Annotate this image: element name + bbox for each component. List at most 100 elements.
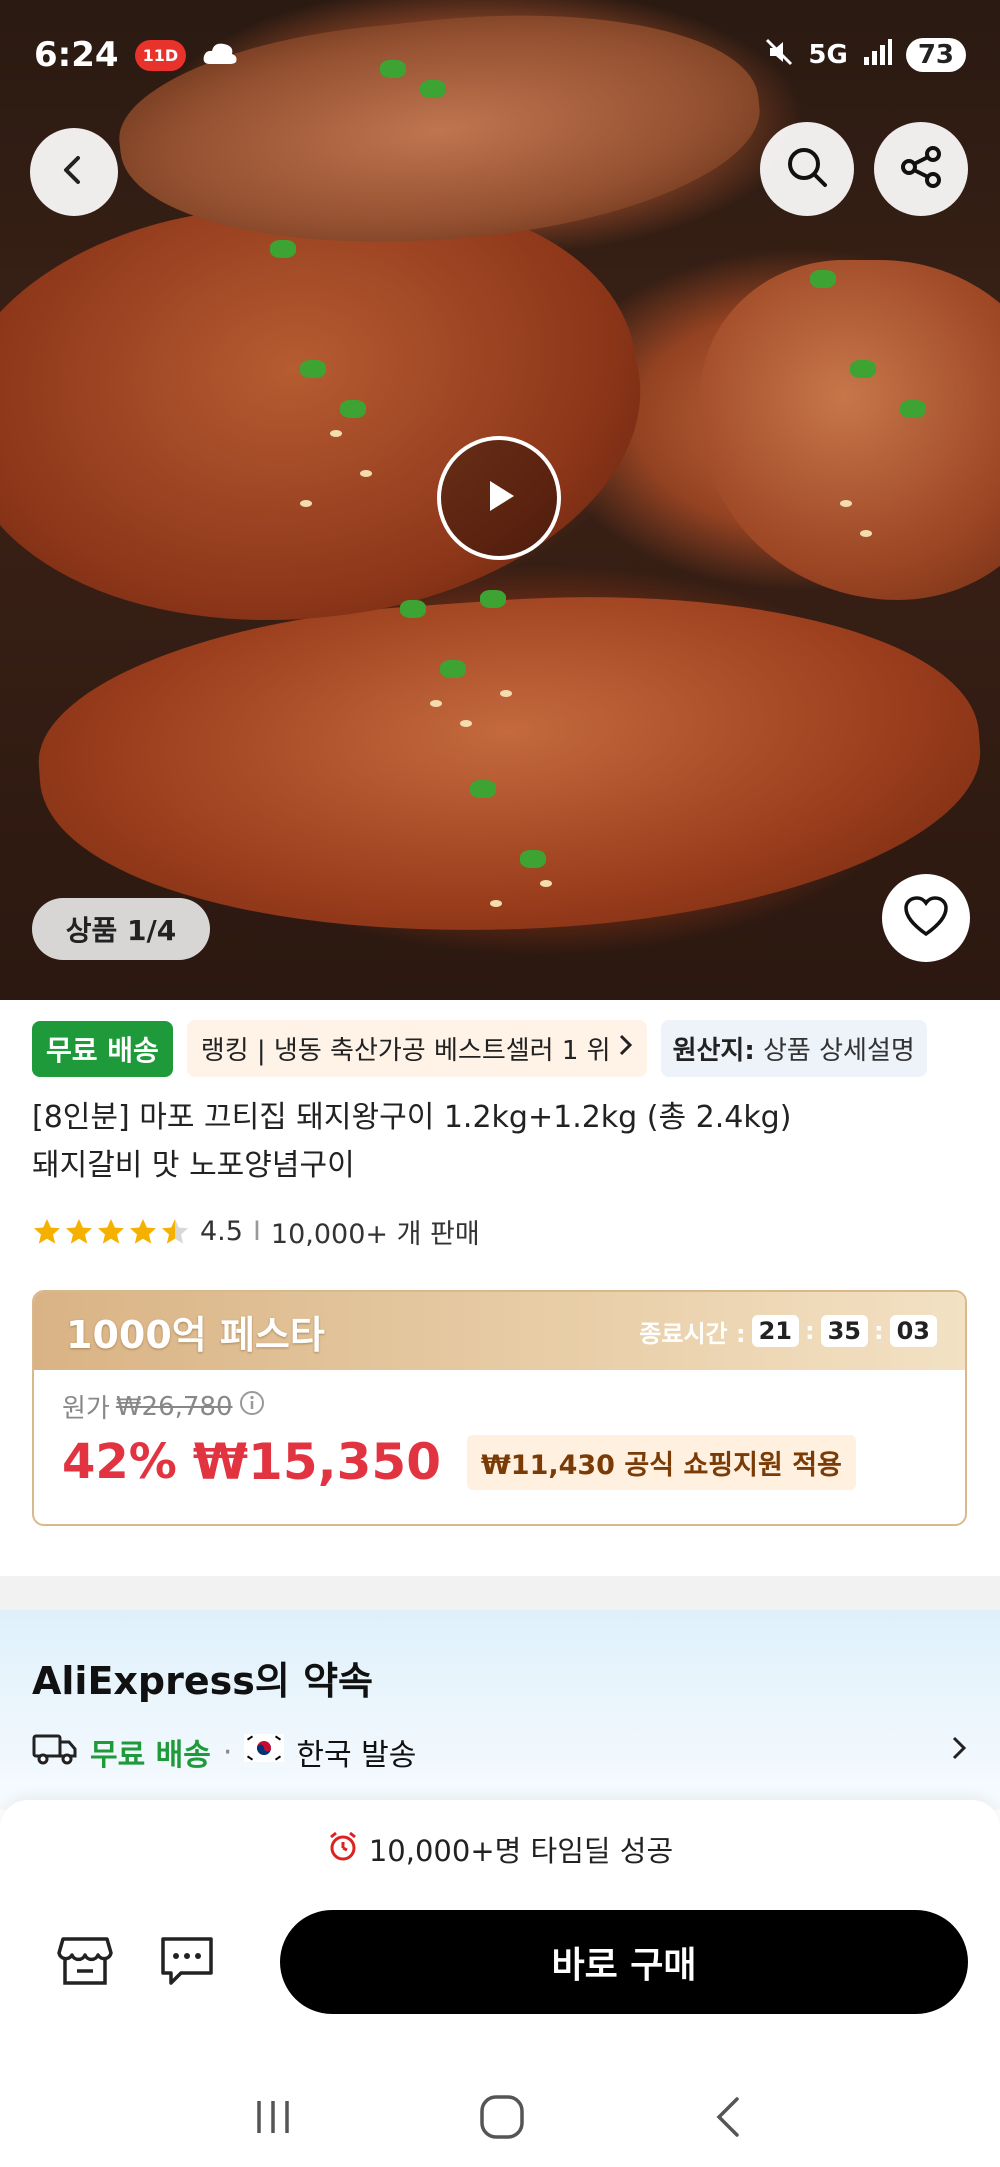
recent-apps-icon[interactable] — [251, 2097, 295, 2141]
truck-icon — [32, 1730, 78, 1774]
info-icon[interactable] — [239, 1390, 265, 1423]
product-image[interactable]: 6:24 11D 5G 73 상품 1/4 — [0, 0, 1000, 1000]
signal-icon — [862, 37, 892, 74]
timedeal-banner: 10,000+명 타임딜 성공 — [0, 1828, 1000, 1870]
star-icon — [66, 1218, 92, 1244]
scallion — [810, 270, 836, 288]
scallion — [900, 400, 926, 418]
scallion — [400, 600, 426, 618]
sesame — [300, 500, 312, 507]
search-button[interactable] — [760, 122, 854, 216]
product-title: [8인분] 마포 끄티집 돼지왕구이 1.2kg+1.2kg (총 2.4kg)… — [32, 1094, 972, 1190]
origin-label: 원산지: — [672, 1036, 755, 1066]
store-icon — [57, 1935, 113, 1991]
share-icon — [897, 143, 945, 195]
countdown-timer: 종료시간 : 21 : 35 : 03 — [639, 1314, 937, 1349]
sesame — [540, 880, 552, 887]
scallion — [520, 850, 546, 868]
chevron-left-icon — [56, 152, 92, 192]
discount-percent: 42% — [62, 1434, 177, 1490]
wishlist-button[interactable] — [882, 874, 970, 962]
promise-title: AliExpress의 약속 — [32, 1659, 373, 1703]
chevron-right-icon — [950, 1734, 968, 1770]
status-time: 6:24 — [34, 35, 119, 75]
rating-value: 4.5 — [200, 1216, 243, 1247]
coupon-badge: ₩11,430 공식 쇼핑지원 적용 — [467, 1434, 856, 1490]
promise-section: AliExpress의 약속 무료 배송 · 한국 발송 — [0, 1610, 1000, 1810]
play-video-button[interactable] — [437, 436, 561, 560]
sesame — [500, 690, 512, 697]
deal-header: 1000억 페스타 종료시간 : 21 : 35 : 03 — [34, 1292, 965, 1370]
original-price-label: 원가 — [62, 1394, 110, 1424]
sesame — [460, 720, 472, 727]
price-row: 42% ₩15,350 ₩11,430 공식 쇼핑지원 적용 — [62, 1433, 937, 1491]
scallion — [850, 360, 876, 378]
section-divider — [0, 1576, 1000, 1610]
product-title-line: 돼지갈비 맛 노포양념구이 — [32, 1148, 355, 1183]
origin-value: 상품 상세설명 — [763, 1036, 915, 1066]
star-icon — [98, 1218, 124, 1244]
deal-body: 원가 ₩26,780 42% ₩15,350 ₩11,430 공식 쇼핑지원 적… — [34, 1370, 965, 1509]
original-price: ₩26,780 — [115, 1391, 233, 1422]
tag-row: 무료 배송 랭킹 | 냉동 축산가공 베스트셀러 1 위 원산지: 상품 상세설… — [32, 1020, 972, 1077]
scallion — [340, 400, 366, 418]
alarm-clock-icon — [327, 1830, 359, 1869]
star-rating — [32, 1217, 190, 1247]
scallion — [480, 590, 506, 608]
chat-button[interactable] — [152, 1928, 222, 1998]
dot-separator: · — [222, 1734, 233, 1770]
mute-icon — [764, 37, 794, 74]
star-icon — [162, 1218, 188, 1244]
timer-label: 종료시간 : — [639, 1319, 746, 1348]
shipping-row[interactable]: 무료 배송 · 한국 발송 — [32, 1730, 968, 1774]
home-icon[interactable] — [478, 2093, 526, 2145]
rating-row[interactable]: 4.5 I 10,000+ 개 판매 — [32, 1212, 480, 1251]
timer-hours: 21 — [751, 1315, 799, 1347]
play-icon — [474, 471, 524, 525]
share-button[interactable] — [874, 122, 968, 216]
battery-indicator: 73 — [905, 38, 966, 72]
divider: I — [252, 1216, 261, 1247]
original-price-row: 원가 ₩26,780 — [62, 1388, 937, 1425]
timer-seconds: 03 — [889, 1315, 937, 1347]
scallion — [270, 240, 296, 258]
deal-box: 1000억 페스타 종료시간 : 21 : 35 : 03 원가 ₩26,780… — [32, 1290, 967, 1526]
chat-icon — [159, 1935, 215, 1991]
star-icon — [34, 1218, 60, 1244]
ranking-tag-label: 랭킹 | 냉동 축산가공 베스트셀러 1 위 — [200, 1036, 611, 1066]
sold-count: 10,000+ 개 판매 — [270, 1219, 480, 1250]
system-navbar — [0, 2070, 1000, 2167]
free-shipping-label: 무료 배송 — [90, 1738, 211, 1773]
back-nav-icon[interactable] — [709, 2093, 749, 2145]
sesame — [840, 500, 852, 507]
sesame — [860, 530, 872, 537]
timer-separator: : — [873, 1317, 884, 1345]
image-counter: 상품 1/4 — [32, 898, 210, 960]
ranking-tag[interactable]: 랭킹 | 냉동 축산가공 베스트셀러 1 위 — [186, 1020, 647, 1077]
sesame — [490, 900, 502, 907]
scallion — [300, 360, 326, 378]
sesame — [330, 430, 342, 437]
chevron-right-icon — [617, 1033, 633, 1064]
meat-slice — [700, 260, 1000, 600]
buy-now-button[interactable]: 바로 구매 — [280, 1910, 968, 2014]
ships-from-label: 한국 발송 — [296, 1738, 417, 1773]
timer-separator: : — [804, 1317, 815, 1345]
sale-price: ₩15,350 — [192, 1433, 441, 1491]
back-button[interactable] — [30, 128, 118, 216]
network-label: 5G — [808, 40, 848, 70]
cloud-icon — [202, 35, 238, 75]
star-icon — [130, 1218, 156, 1244]
scallion — [440, 660, 466, 678]
scallion — [470, 780, 496, 798]
origin-tag[interactable]: 원산지: 상품 상세설명 — [660, 1020, 927, 1077]
timedeal-text: 10,000+명 타임딜 성공 — [368, 1834, 674, 1868]
free-shipping-tag: 무료 배송 — [32, 1020, 173, 1077]
store-button[interactable] — [50, 1928, 120, 1998]
heart-icon — [902, 894, 950, 942]
notification-badge: 11D — [134, 39, 187, 71]
sesame — [360, 470, 372, 477]
deal-title: 1000억 페스타 — [66, 1312, 325, 1357]
timer-minutes: 35 — [820, 1315, 868, 1347]
bottom-action-panel: 10,000+명 타임딜 성공 바로 구매 — [0, 1800, 1000, 2167]
